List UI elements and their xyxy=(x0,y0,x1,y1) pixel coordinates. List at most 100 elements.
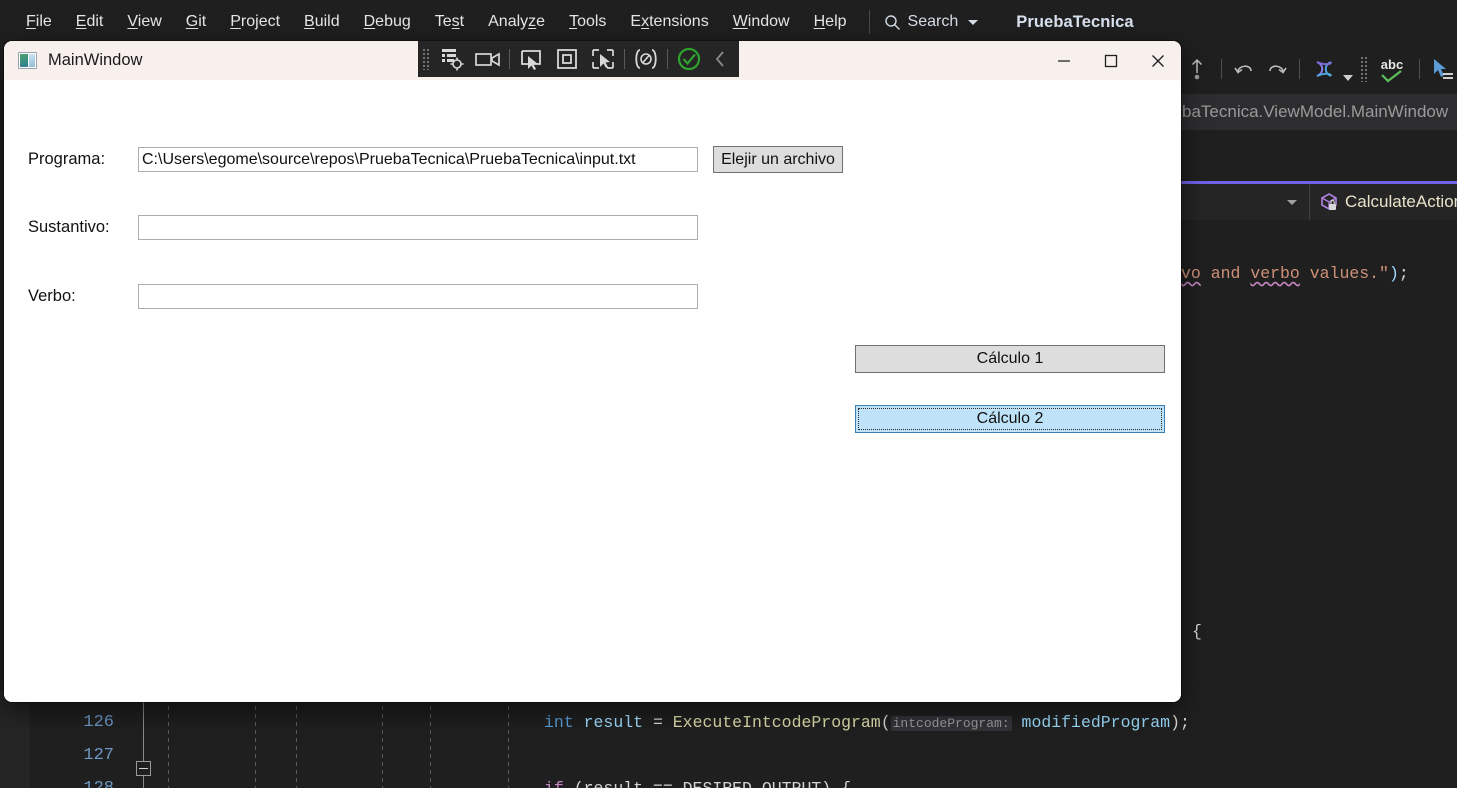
type-dropdown[interactable] xyxy=(1180,184,1310,220)
chevron-down-icon[interactable] xyxy=(968,19,979,25)
field-row-verbo: Verbo: xyxy=(28,284,698,309)
menu-item-analyze[interactable]: Analyze xyxy=(476,9,557,35)
code-token-fn: ExecuteIntcodeProgram xyxy=(672,713,881,732)
menu-divider xyxy=(868,10,870,34)
app-title-bar[interactable]: MainWindow xyxy=(4,41,1181,80)
menu-item-tools[interactable]: Tools xyxy=(557,9,618,35)
code-fragment-brace-area: { xyxy=(1180,300,1457,690)
menu-item-help-rest: elp xyxy=(825,13,847,30)
screen-root: File Edit View Git Project Build Debug T… xyxy=(0,0,1457,788)
menu-item-file[interactable]: File xyxy=(14,9,64,35)
menu-item-window-rest: indow xyxy=(747,13,790,30)
menu-item-project[interactable]: Project xyxy=(218,9,292,35)
code-token-paren: ) xyxy=(1388,264,1399,283)
menu-accel: P xyxy=(230,13,241,30)
vs-menu-item-list: File Edit View Git Project Build Debug T… xyxy=(14,9,859,35)
menu-item-view[interactable]: View xyxy=(115,9,173,35)
code-token-lparen: ( xyxy=(880,713,891,732)
live-visual-tree-icon[interactable] xyxy=(434,44,470,74)
code-token-and: and xyxy=(1200,264,1251,283)
field-row-programa: Programa: C:\Users\egome\source\repos\Pr… xyxy=(28,146,843,173)
editor-line-127: 127 xyxy=(0,745,1457,767)
menu-item-extensions-post: tensions xyxy=(649,13,709,30)
menu-item-debug[interactable]: Debug xyxy=(352,9,423,35)
code-token-spellerror: vo xyxy=(1181,264,1201,283)
label-sustantivo: Sustantivo: xyxy=(28,218,110,236)
app-window-mainwindow[interactable]: MainWindow Programa: C:\Users\egome\sour… xyxy=(4,41,1181,702)
track-focused-element-icon[interactable] xyxy=(585,44,621,74)
close-button[interactable] xyxy=(1134,41,1181,80)
menu-item-git[interactable]: Git xyxy=(174,9,218,35)
menu-accel: E xyxy=(75,13,87,30)
display-layout-adorners-icon[interactable] xyxy=(549,44,585,74)
bookmark-icon[interactable] xyxy=(1307,52,1341,86)
menu-item-extensions[interactable]: Extensions xyxy=(618,9,720,35)
code-editor-bottom[interactable]: 125 ModifyIntcodeProgram(intcodeProgram:… xyxy=(0,690,1457,788)
code-token-space1 xyxy=(574,713,584,732)
spellcheck-abc-icon[interactable]: abc xyxy=(1373,52,1413,86)
redo-icon[interactable] xyxy=(1260,52,1292,86)
drag-handle-icon[interactable] xyxy=(422,48,430,70)
code-brace: { xyxy=(1192,622,1202,641)
member-dropdown[interactable]: CalculateAction xyxy=(1310,184,1457,220)
menu-item-git-rest: it xyxy=(198,13,207,30)
menu-item-test[interactable]: Test xyxy=(423,9,476,35)
menu-item-test-post: t xyxy=(459,13,465,30)
maximize-icon xyxy=(1104,54,1117,67)
menu-item-window[interactable]: Window xyxy=(721,9,802,35)
code-token-if: if xyxy=(544,779,564,788)
code-token-end: ); xyxy=(1170,713,1190,732)
enable-selection-check-icon[interactable] xyxy=(671,44,707,74)
line-number: 126 xyxy=(83,713,114,732)
pointer-select-icon[interactable] xyxy=(1427,52,1457,86)
menu-item-edit[interactable]: Edit xyxy=(64,9,116,35)
menu-accel: z xyxy=(528,13,537,30)
menu-item-build[interactable]: Build xyxy=(292,9,352,35)
document-tab-label: baTecnica.ViewModel.MainWindow xyxy=(1182,102,1449,121)
xaml-hot-reload-icon[interactable] xyxy=(628,44,664,74)
menu-item-help[interactable]: Help xyxy=(802,9,859,35)
sustantivo-input[interactable] xyxy=(138,215,698,240)
vs-search-box[interactable]: Search xyxy=(884,13,979,31)
method-private-icon xyxy=(1321,193,1337,210)
code-fragment-right: vo and verbo values."); xyxy=(1180,260,1457,300)
code-token-verbo: verbo xyxy=(1250,264,1300,283)
app-client-area: Programa: C:\Users\egome\source\repos\Pr… xyxy=(4,80,1181,702)
menu-accel: D xyxy=(363,13,376,30)
maximize-button[interactable] xyxy=(1087,41,1134,80)
field-row-sustantivo: Sustantivo: xyxy=(28,215,698,240)
menu-item-project-rest: roject xyxy=(240,13,281,30)
menu-item-extensions-pre: E xyxy=(630,13,642,30)
calculo-1-button[interactable]: Cálculo 1 xyxy=(855,345,1165,373)
editor-blank-2 xyxy=(1180,220,1457,260)
menu-item-debug-rest: ebug xyxy=(375,13,411,30)
label-verbo: Verbo: xyxy=(28,287,76,305)
line-number: 127 xyxy=(83,746,114,765)
solution-title: PruebaTecnica xyxy=(1016,12,1134,31)
menu-accel: W xyxy=(732,13,748,30)
chevron-down-icon[interactable] xyxy=(1341,52,1355,86)
line-code: int result = ExecuteIntcodeProgram(intco… xyxy=(130,712,1190,734)
document-tab[interactable]: baTecnica.ViewModel.MainWindow xyxy=(1180,94,1457,130)
xaml-inapp-toolbar[interactable] xyxy=(418,41,739,77)
code-token-var: result xyxy=(583,713,644,732)
code-token-space2 xyxy=(1012,713,1022,732)
editor-line-126: 126 int result = ExecuteIntcodeProgram(i… xyxy=(0,712,1457,734)
menu-accel: x xyxy=(641,13,650,30)
collapse-region-toggle[interactable] xyxy=(136,761,151,776)
verbo-input[interactable] xyxy=(138,284,698,309)
select-element-icon[interactable] xyxy=(513,44,549,74)
menu-accel: G xyxy=(185,13,199,30)
browse-file-button[interactable]: Elejir un archivo xyxy=(713,146,843,173)
search-icon xyxy=(884,14,900,30)
sync-up-arrow-icon[interactable] xyxy=(1180,52,1214,86)
toolbar-overflow-dots-icon[interactable] xyxy=(1359,56,1368,82)
menu-accel: H xyxy=(813,13,826,30)
calculo-2-button[interactable]: Cálculo 2 xyxy=(855,405,1165,433)
collapse-chevron-icon[interactable] xyxy=(707,44,733,74)
minimize-button[interactable] xyxy=(1040,41,1087,80)
undo-icon[interactable] xyxy=(1229,52,1261,86)
record-video-icon[interactable] xyxy=(470,44,506,74)
code-token-semi: ; xyxy=(1398,264,1409,283)
programa-input[interactable]: C:\Users\egome\source\repos\PruebaTecnic… xyxy=(138,147,698,172)
